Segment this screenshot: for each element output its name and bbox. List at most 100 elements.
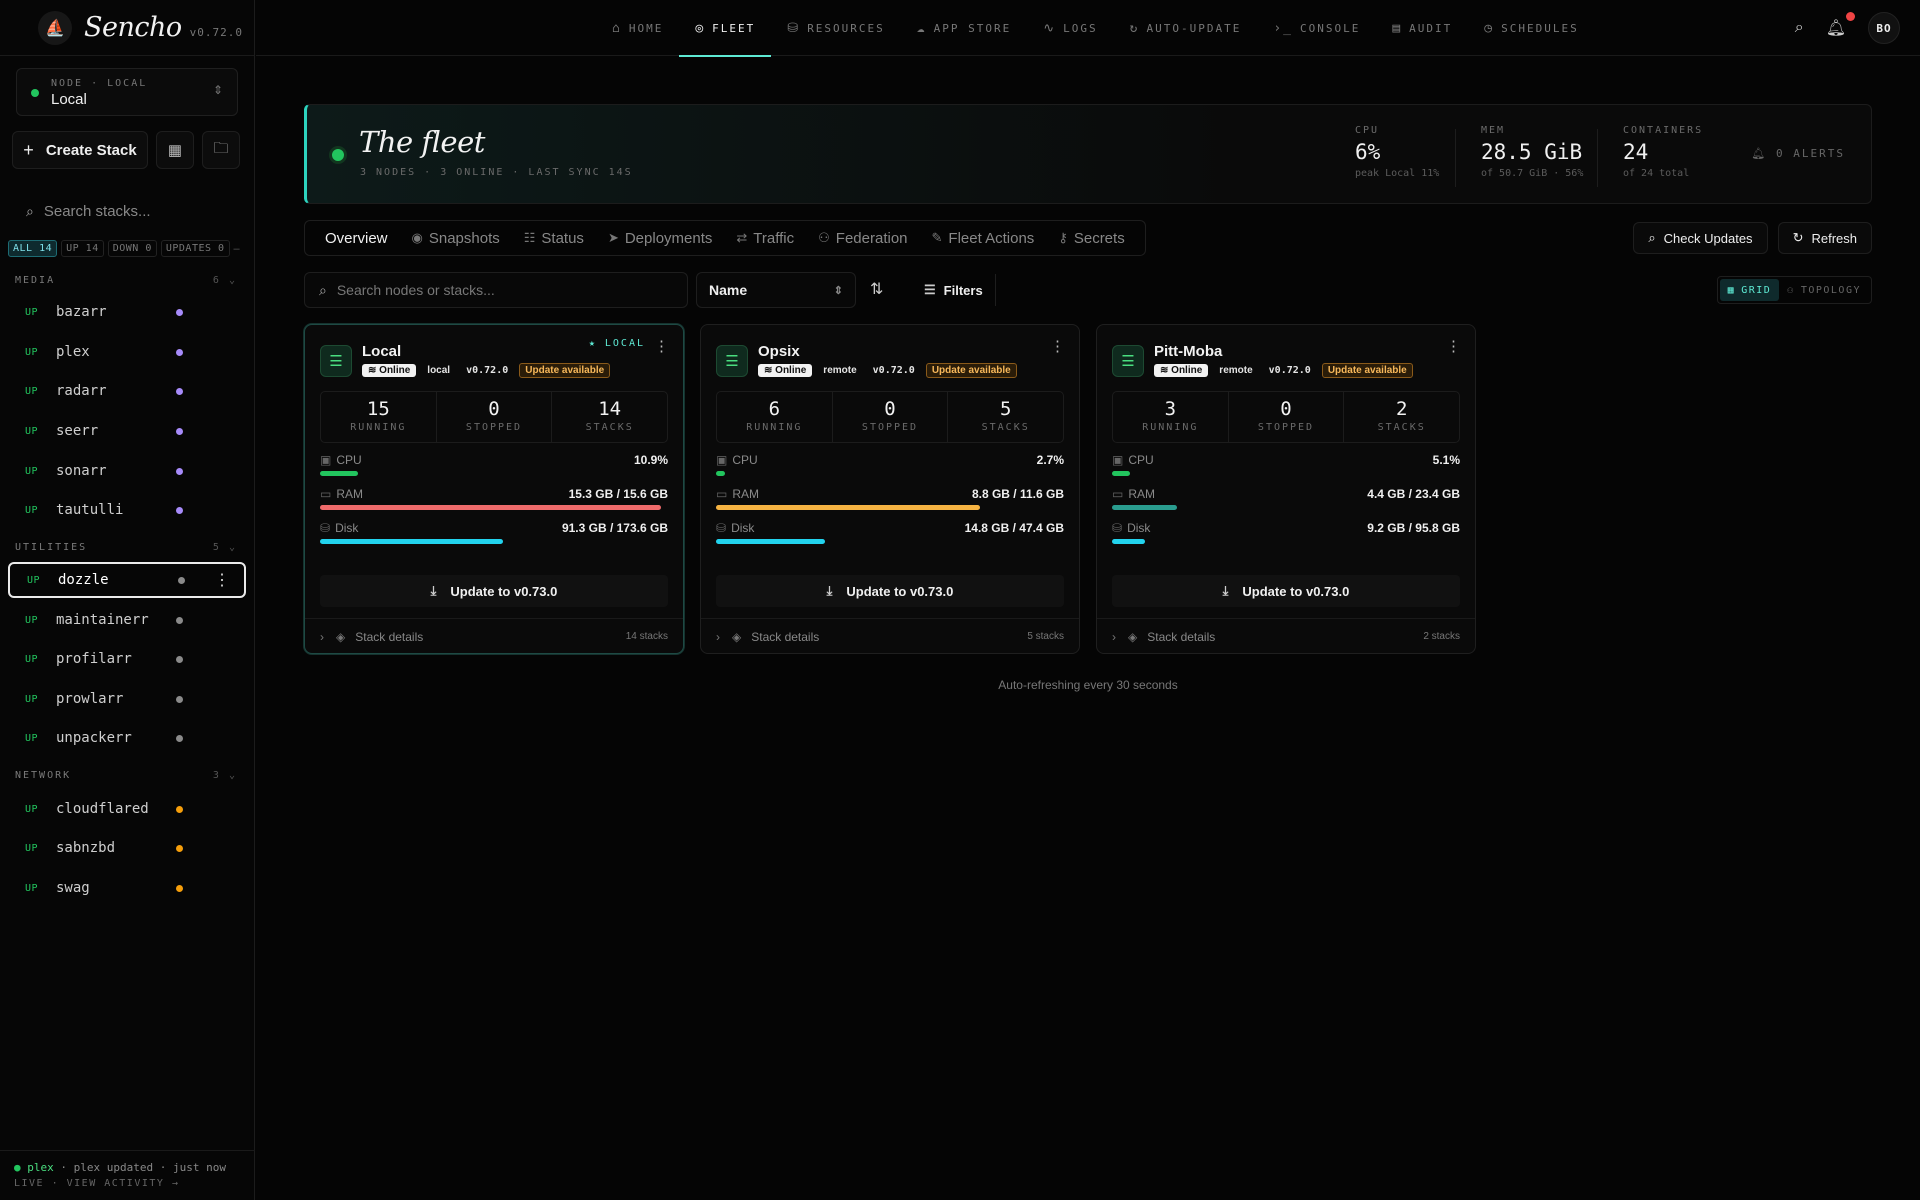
filter-down[interactable]: DOWN 0 xyxy=(107,240,157,257)
resource-value: 9.2 GB / 95.8 GB xyxy=(1367,521,1460,535)
templates-button[interactable]: ▦ xyxy=(156,131,194,169)
filter-all[interactable]: ALL 14 xyxy=(8,240,58,257)
chevron-updown-icon: ⇕ xyxy=(212,83,223,97)
resource-name: Disk xyxy=(731,521,755,535)
tab-fleet[interactable]: ◎ FLEET xyxy=(679,0,772,57)
more-vertical-icon[interactable]: ⋮ xyxy=(214,570,230,590)
tab-federation[interactable]: ⚇ Federation xyxy=(806,230,919,247)
sidebar-item-plex[interactable]: UP plex xyxy=(8,334,246,370)
create-stack-button[interactable]: + Create Stack xyxy=(12,131,148,169)
sidebar-item-cloudflared[interactable]: UP cloudflared xyxy=(8,791,246,827)
create-stack-label: Create Stack xyxy=(45,141,137,159)
filters-button[interactable]: ☰ Filters xyxy=(912,274,996,306)
wifi-icon: ≋ xyxy=(764,365,776,376)
node-name: Opsix xyxy=(758,343,800,360)
sidebar-item-sabnzbd[interactable]: UP sabnzbd xyxy=(8,830,246,866)
app-store-icon: ☁ xyxy=(916,20,927,36)
tab-label: SCHEDULES xyxy=(1501,21,1579,35)
sidebar-item-profilarr[interactable]: UP profilarr xyxy=(8,641,246,677)
subtab-label: Traffic xyxy=(753,229,795,247)
notifications-bell-icon[interactable]: 🔔︎ xyxy=(1826,12,1855,38)
tab-logs[interactable]: ∿ LOGS xyxy=(1027,0,1113,56)
group-header[interactable]: MEDIA 6 ⌄ xyxy=(15,275,237,286)
tab-resources[interactable]: ⛁ RESOURCES xyxy=(771,0,901,56)
logo-icon[interactable]: ⛵ xyxy=(38,10,72,45)
sidebar-item-sonarr[interactable]: UP sonarr xyxy=(8,453,246,489)
tab-console[interactable]: ›_ CONSOLE xyxy=(1257,0,1376,56)
folder-search-button[interactable]: 🗀 xyxy=(202,131,240,169)
sidebar-item-seerr[interactable]: UP seerr xyxy=(8,413,246,449)
tab-audit[interactable]: ▤ AUDIT xyxy=(1376,0,1468,56)
sort-direction-icon[interactable]: ⇅ xyxy=(870,279,883,299)
view-activity-link[interactable]: LIVE · VIEW ACTIVITY → xyxy=(14,1178,241,1189)
view-topology-button[interactable]: ⚇ TOPOLOGY xyxy=(1779,279,1869,301)
cpu-icon: ▣ xyxy=(716,453,728,467)
node-card-pitt-moba[interactable]: ☰ Pitt-Moba ≋ Online remote v0.72.0 Update av… xyxy=(1096,324,1476,654)
more-vertical-icon[interactable]: ⋮ xyxy=(1050,337,1065,355)
sidebar-item-dozzle[interactable]: UP dozzle ⋮ xyxy=(8,562,246,598)
stack-details-toggle[interactable]: › ◈ Stack details 14 stacks xyxy=(305,618,683,654)
search-icon[interactable]: ⌕ xyxy=(1795,19,1804,37)
tab-app-store[interactable]: ☁ APP STORE xyxy=(901,0,1027,56)
sidebar-item-bazarr[interactable]: UP bazarr xyxy=(8,294,246,330)
tab-schedules[interactable]: ◷ SCHEDULES xyxy=(1468,0,1594,56)
group-name: UTILITIES xyxy=(15,542,88,553)
group-header[interactable]: UTILITIES 5 ⌄ xyxy=(15,542,237,553)
resource-bar xyxy=(1112,539,1460,544)
group-header[interactable]: NETWORK 3 ⌄ xyxy=(15,770,237,781)
resource-ram: ▭ RAM 4.4 GB / 23.4 GB xyxy=(1112,487,1460,510)
status-badge: UP xyxy=(26,574,40,586)
stack-search-input[interactable]: ⌕ Search stacks... xyxy=(14,196,240,226)
sort-select[interactable]: Name ⇕ xyxy=(696,272,856,308)
stat-stopped: 0 STOPPED xyxy=(1229,392,1345,442)
layers-icon: ◈ xyxy=(732,629,742,644)
node-switcher[interactable]: NODE · LOCAL Local ⇕ xyxy=(16,68,238,116)
tab-deployments[interactable]: ➤ Deployments xyxy=(596,230,724,247)
stat-stacks: 5 STACKS xyxy=(948,392,1063,442)
sidebar-item-swag[interactable]: UP swag xyxy=(8,870,246,906)
node-search-input[interactable]: ⌕ Search nodes or stacks... xyxy=(304,272,688,308)
node-card-local[interactable]: ☰ Local ≋ Online local v0.72.0 Update availab… xyxy=(304,324,684,654)
stat-stopped: 0 STOPPED xyxy=(437,392,553,442)
more-icon[interactable]: – xyxy=(234,243,240,255)
activity-text: · plex updated · just now xyxy=(60,1161,226,1174)
tab-secrets[interactable]: ⚷ Secrets xyxy=(1046,230,1136,247)
sidebar-item-tautulli[interactable]: UP tautulli xyxy=(8,492,246,528)
tab-snapshots[interactable]: ◉ Snapshots xyxy=(400,230,512,247)
metric-cpu: CPU 6% peak Local 11% xyxy=(1355,125,1439,179)
online-label: Online xyxy=(379,365,411,376)
sidebar-item-radarr[interactable]: UP radarr xyxy=(8,373,246,409)
more-vertical-icon[interactable]: ⋮ xyxy=(1446,337,1461,355)
filter-up[interactable]: UP 14 xyxy=(61,240,104,257)
tab-status[interactable]: ☷ Status xyxy=(512,230,596,247)
update-node-button[interactable]: ⤓ Update to v0.73.0 xyxy=(716,575,1064,607)
stack-details-toggle[interactable]: › ◈ Stack details 2 stacks xyxy=(1097,618,1475,654)
refresh-button[interactable]: ↻ Refresh xyxy=(1777,222,1872,254)
sidebar-item-maintainerr[interactable]: UP maintainerr xyxy=(8,602,246,638)
tab-home[interactable]: ⌂ HOME xyxy=(596,0,679,56)
local-tag: ★ LOCAL xyxy=(588,338,645,349)
stack-name: sonarr xyxy=(56,463,107,479)
resource-row: ▭ RAM 8.8 GB / 11.6 GB xyxy=(716,487,1064,501)
sidebar-item-prowlarr[interactable]: UP prowlarr xyxy=(8,681,246,717)
update-node-button[interactable]: ⤓ Update to v0.73.0 xyxy=(1112,575,1460,607)
tab-traffic[interactable]: ⇄ Traffic xyxy=(724,230,806,247)
update-node-button[interactable]: ⤓ Update to v0.73.0 xyxy=(320,575,668,607)
stack-search-placeholder: Search stacks... xyxy=(43,202,151,220)
auto-refresh-note: Auto-refreshing every 30 seconds xyxy=(998,678,1178,692)
view-toggle: ▦ GRID ⚇ TOPOLOGY xyxy=(1716,276,1872,304)
metric-cpu-value: 6% xyxy=(1355,140,1381,164)
tab-overview[interactable]: Overview xyxy=(313,230,400,247)
tab-auto-update[interactable]: ↻ AUTO-UPDATE xyxy=(1114,0,1258,56)
node-card-opsix[interactable]: ☰ Opsix ≋ Online remote v0.72.0 Update availa… xyxy=(700,324,1080,654)
check-updates-button[interactable]: ⌕ Check Updates xyxy=(1633,222,1768,254)
stack-details-toggle[interactable]: › ◈ Stack details 5 stacks xyxy=(701,618,1079,654)
alerts-indicator[interactable]: 🔔︎ 0 ALERTS xyxy=(1751,147,1845,160)
sidebar-item-unpackerr[interactable]: UP unpackerr xyxy=(8,720,246,756)
view-grid-button[interactable]: ▦ GRID xyxy=(1719,279,1780,301)
filter-updates[interactable]: UPDATES 0 xyxy=(160,240,230,257)
status-badge: UP xyxy=(24,732,38,744)
avatar[interactable]: BO xyxy=(1868,12,1900,44)
tab-fleet-actions[interactable]: ✎ Fleet Actions xyxy=(920,230,1047,247)
more-vertical-icon[interactable]: ⋮ xyxy=(654,337,669,355)
